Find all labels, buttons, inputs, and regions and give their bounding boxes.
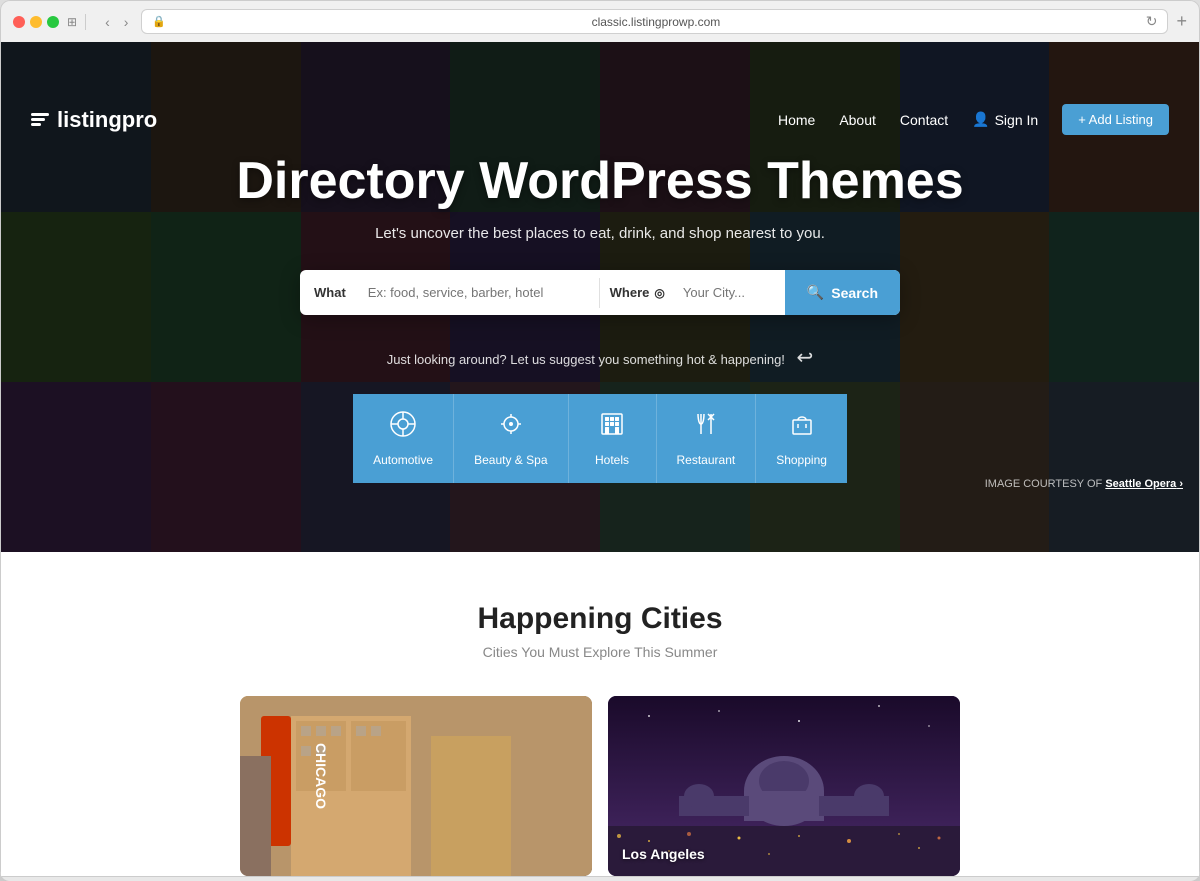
automotive-icon (389, 410, 417, 445)
search-box: What Where ◎ 🔍 Search (300, 270, 900, 315)
minimize-button[interactable] (30, 16, 42, 28)
signin-button[interactable]: 👤 Sign In (972, 111, 1038, 128)
cities-section-title: Happening Cities (1, 602, 1199, 636)
image-credit-prefix: IMAGE COURTESY OF (985, 478, 1103, 490)
city-card-chicago[interactable]: CHICAGO (240, 696, 592, 876)
new-tab-button[interactable]: + (1176, 11, 1187, 32)
logo[interactable]: listingpro (31, 107, 157, 133)
nav-home[interactable]: Home (778, 112, 815, 128)
search-what-input[interactable] (360, 271, 599, 314)
image-credit-link[interactable]: Seattle Opera › (1105, 478, 1183, 490)
search-icon: 🔍 (807, 284, 824, 301)
image-credit-name: Seattle Opera (1105, 478, 1176, 490)
shopping-icon (788, 410, 816, 445)
browser-nav: ‹ › (100, 12, 133, 32)
nav-contact[interactable]: Contact (900, 112, 948, 128)
maximize-button[interactable] (47, 16, 59, 28)
category-restaurant[interactable]: Restaurant (657, 394, 757, 483)
add-listing-label: + Add Listing (1078, 112, 1153, 127)
hero-suggest-text: Just looking around? Let us suggest you … (21, 345, 1179, 370)
nav-about[interactable]: About (839, 112, 876, 128)
image-credit: IMAGE COURTESY OF Seattle Opera › (985, 478, 1183, 490)
add-listing-button[interactable]: + Add Listing (1062, 104, 1169, 135)
city-card-la[interactable]: Los Angeles (608, 696, 960, 876)
sidebar-toggle-button[interactable]: ⊞ (67, 15, 77, 29)
logo-icon (31, 113, 49, 126)
browser-toolbar: ⊞ ‹ › 🔒 classic.listingprowp.com ↻ + (13, 9, 1187, 42)
logo-text: listingpro (57, 107, 157, 133)
svg-text:CHICAGO: CHICAGO (313, 743, 329, 809)
website-content: listingpro Home About Contact 👤 Sign In … (0, 42, 1200, 877)
category-hotels[interactable]: Hotels (569, 394, 657, 483)
chicago-image: CHICAGO (240, 696, 592, 876)
back-button[interactable]: ‹ (100, 12, 115, 32)
hero-title: Directory WordPress Themes (21, 151, 1179, 211)
signin-label: Sign In (995, 112, 1039, 128)
hotels-icon (598, 410, 626, 445)
category-shopping[interactable]: Shopping (756, 394, 847, 483)
hero-content: Directory WordPress Themes Let's uncover… (1, 151, 1199, 394)
cities-section: Happening Cities Cities You Must Explore… (1, 552, 1199, 877)
user-icon: 👤 (972, 111, 989, 128)
hotels-label: Hotels (595, 453, 629, 467)
cities-section-subtitle: Cities You Must Explore This Summer (1, 644, 1199, 660)
browser-window: ⊞ ‹ › 🔒 classic.listingprowp.com ↻ + (0, 0, 1200, 881)
cities-grid: CHICAGO (220, 696, 980, 876)
lock-icon: 🔒 (152, 15, 166, 28)
forward-button[interactable]: › (119, 12, 134, 32)
address-bar[interactable]: 🔒 classic.listingprowp.com ↻ (141, 9, 1168, 34)
search-where-label: Where ◎ (600, 285, 675, 300)
search-button-label: Search (831, 285, 878, 301)
search-city-input[interactable] (675, 271, 785, 314)
beauty-icon (497, 410, 525, 445)
category-beauty-spa[interactable]: Beauty & Spa (454, 394, 568, 483)
la-city-label: Los Angeles (622, 846, 705, 862)
close-button[interactable] (13, 16, 25, 28)
reload-button[interactable]: ↻ (1146, 13, 1158, 30)
location-icon: ◎ (654, 286, 664, 300)
category-automotive[interactable]: Automotive (353, 394, 454, 483)
hero-subtitle: Let's uncover the best places to eat, dr… (21, 225, 1179, 242)
browser-chrome: ⊞ ‹ › 🔒 classic.listingprowp.com ↻ + (0, 0, 1200, 42)
categories-bar: Automotive (353, 394, 847, 483)
search-where-text: Where (610, 285, 650, 300)
main-nav: listingpro Home About Contact 👤 Sign In … (1, 88, 1199, 151)
url-text: classic.listingprowp.com (172, 15, 1140, 29)
shopping-label: Shopping (776, 453, 827, 467)
search-button[interactable]: 🔍 Search (785, 270, 900, 315)
nav-links: Home About Contact 👤 Sign In + Add Listi… (778, 104, 1169, 135)
search-what-label: What (300, 285, 360, 300)
window-controls (13, 16, 59, 28)
automotive-label: Automotive (373, 453, 433, 467)
restaurant-icon (692, 410, 720, 445)
suggest-arrow-icon: ↩ (797, 345, 814, 370)
restaurant-label: Restaurant (677, 453, 736, 467)
beauty-label: Beauty & Spa (474, 453, 547, 467)
